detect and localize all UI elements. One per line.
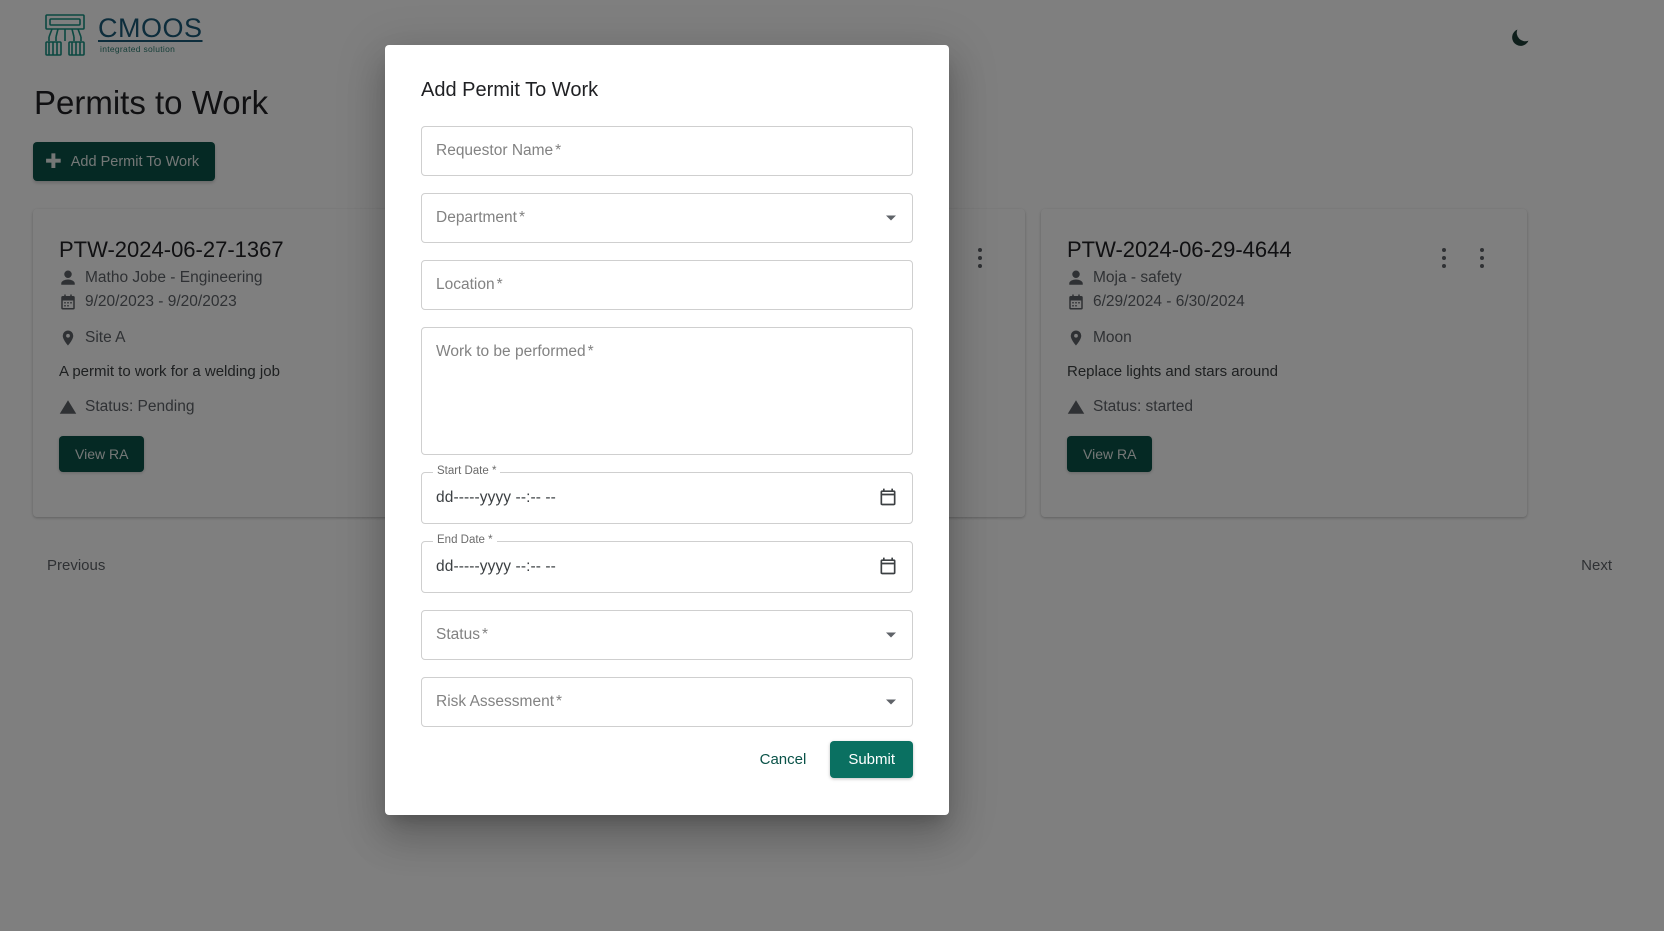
risk-assessment-select[interactable]: Risk Assessment * xyxy=(421,677,913,727)
cancel-button[interactable]: Cancel xyxy=(746,743,821,776)
dialog-actions: Cancel Submit xyxy=(385,731,949,815)
chevron-down-icon xyxy=(886,215,896,221)
end-date-value: dd-----yyyy --:-- -- xyxy=(436,558,556,575)
end-date-label: End Date * xyxy=(433,534,497,547)
start-date-label: Start Date * xyxy=(433,465,501,478)
add-permit-dialog: Add Permit To Work Requestor Name * Depar… xyxy=(385,45,949,815)
requestor-name-placeholder: Requestor Name * xyxy=(436,142,562,159)
work-to-be-performed-placeholder: Work to be performed * xyxy=(436,343,594,360)
location-field[interactable]: Location * xyxy=(421,260,913,310)
calendar-picker-icon[interactable] xyxy=(878,487,900,509)
calendar-glyph xyxy=(880,557,896,575)
dialog-form: Requestor Name * Department * Location * Wo… xyxy=(385,102,949,727)
start-date-field[interactable]: Start Date * dd-----yyyy --:-- -- xyxy=(421,465,913,524)
start-date-value: dd-----yyyy --:-- -- xyxy=(436,489,556,506)
requestor-name-field[interactable]: Requestor Name * xyxy=(421,126,913,176)
calendar-picker-icon[interactable] xyxy=(878,556,900,578)
risk-assessment-placeholder: Risk Assessment * xyxy=(436,693,563,710)
chevron-down-icon xyxy=(886,632,896,638)
location-placeholder: Location * xyxy=(436,276,503,293)
end-date-field[interactable]: End Date * dd-----yyyy --:-- -- xyxy=(421,534,913,593)
work-to-be-performed-textarea[interactable]: Work to be performed * xyxy=(421,327,913,455)
status-select[interactable]: Status * xyxy=(421,610,913,660)
department-placeholder: Department * xyxy=(436,209,526,226)
submit-button[interactable]: Submit xyxy=(830,740,913,778)
dialog-title: Add Permit To Work xyxy=(421,79,599,101)
status-placeholder: Status * xyxy=(436,626,488,643)
department-select[interactable]: Department * xyxy=(421,193,913,243)
calendar-glyph xyxy=(880,488,896,506)
chevron-down-icon xyxy=(886,699,896,705)
